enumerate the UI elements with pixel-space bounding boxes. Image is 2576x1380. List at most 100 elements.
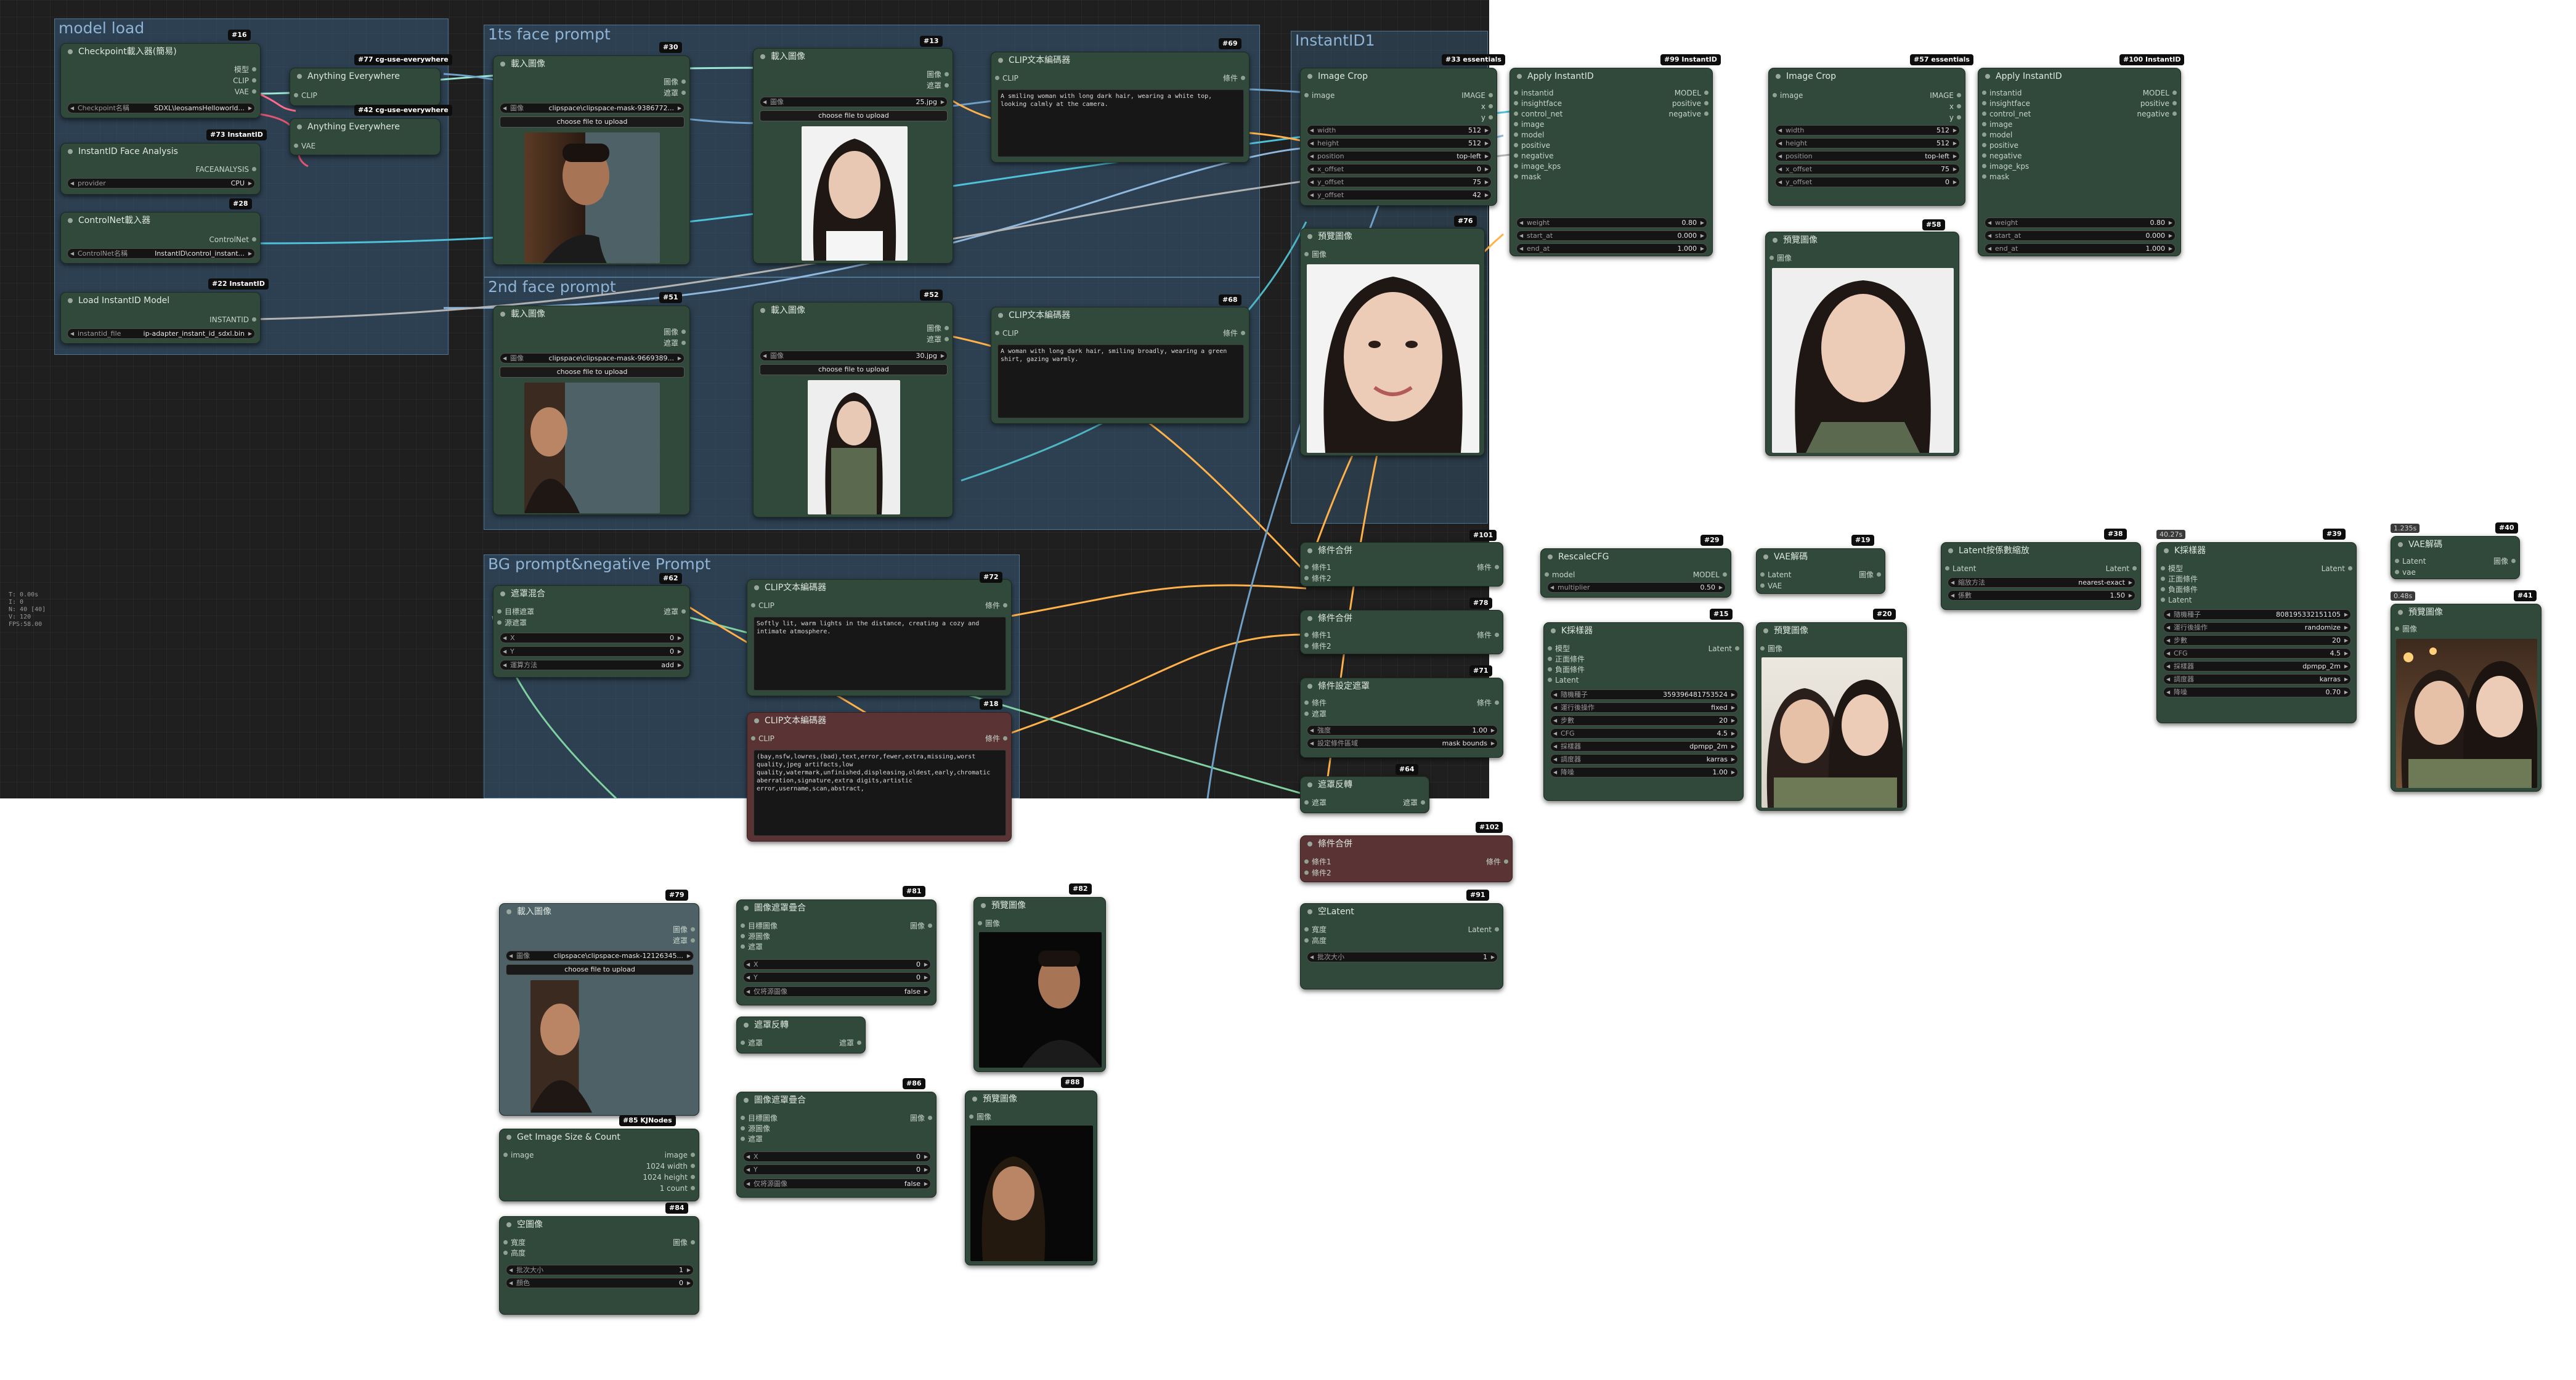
widget--[interactable]: 採樣器dpmpp_2m [2163, 661, 2351, 672]
checkpoint-name-select[interactable]: Checkpoint名稱SDXL\leosamsHelloworld... [67, 103, 255, 113]
output-conditioning[interactable]: 條件 [985, 601, 1008, 611]
widget-x-offset[interactable]: x_offset75 [1775, 164, 1960, 174]
output-latent[interactable]: Latent [2322, 564, 2353, 574]
node-mask-composite-62[interactable]: 遮罩混合 目標遮罩 源遮罩 遮罩 X0 Y0 運算方法add [493, 585, 690, 678]
input-7[interactable]: image_kps [1514, 161, 1561, 171]
widget--[interactable]: 批次大小1 [1307, 952, 1498, 962]
output-x[interactable]: x [1481, 102, 1493, 112]
input-latent[interactable]: Latent [1945, 564, 1976, 574]
node-preview-20[interactable]: 預覽圖像 圖像 [1756, 622, 1907, 811]
input-image[interactable]: image [1304, 91, 1335, 100]
output-image[interactable]: 圖像 [2493, 556, 2516, 566]
input-conditioning-1[interactable]: 條件1 [1304, 857, 1331, 867]
node-load-image-51[interactable]: 載入圖像 圖像 遮罩 圖像clipspace\clipspace-mask-96… [493, 306, 690, 515]
node-load-instantid[interactable]: Load InstantID Model INSTANTID instantid… [60, 292, 261, 344]
input-1[interactable]: insightface [1982, 99, 2030, 108]
input-4[interactable]: model [1982, 130, 2012, 140]
input-conditioning-2[interactable]: 條件2 [1304, 868, 1331, 878]
input-image[interactable]: image [1773, 91, 1803, 100]
output-model[interactable]: MODEL [1693, 570, 1728, 580]
node-vae-decode-19[interactable]: VAE解碼 Latent VAE 圖像 [1756, 548, 1885, 594]
output-2[interactable]: negative [1669, 109, 1709, 119]
output-conditioning[interactable]: 條件 [1486, 857, 1509, 867]
input-height[interactable]: 高度 [1304, 936, 1327, 946]
output-mask[interactable]: 遮罩 [927, 81, 949, 91]
node-preview-58[interactable]: 預覽圖像 圖像 [1765, 232, 1959, 456]
input-destination-mask[interactable]: 目標遮罩 [497, 607, 534, 617]
input-0[interactable]: 模型 [2161, 564, 2183, 574]
input-8[interactable]: mask [1982, 172, 2009, 182]
resize-source-toggle[interactable]: 仅将源圖像false [743, 1179, 931, 1189]
input-latent[interactable]: Latent [2395, 556, 2426, 566]
node-ksampler-39[interactable]: K採樣器 Latent 模型正面條件負面條件Latent隨機種子80819533… [2156, 542, 2357, 723]
node-conditioning-combine-101[interactable]: 條件合併 條件1 條件2 條件 [1300, 542, 1503, 586]
node-apply-instantid-99[interactable]: Apply InstantID instantid insightface cont… [1509, 68, 1713, 256]
output-image[interactable]: 圖像 [927, 70, 949, 79]
output-height[interactable]: 1024 height [643, 1172, 695, 1182]
input-clip[interactable]: CLIP [995, 73, 1018, 83]
input-width[interactable]: 寬度 [1304, 925, 1327, 935]
instantid-file-select[interactable]: instantid_fileip-adapter_instant_id_sdxl… [67, 328, 255, 339]
node-invert-mask-64[interactable]: 遮罩反轉 遮罩 遮罩 [1300, 776, 1429, 813]
upload-button[interactable]: choose file to upload [500, 367, 685, 378]
node-load-image-13[interactable]: 載入圖像 圖像 遮罩 圖像25.jpg choose file to uploa… [753, 48, 953, 264]
widget-width[interactable]: width512 [1775, 125, 1960, 136]
node-load-image-52[interactable]: 載入圖像 圖像 遮罩 圖像30.jpg choose file to uploa… [753, 302, 953, 518]
image-select[interactable]: 圖像30.jpg [760, 351, 948, 361]
output-conditioning[interactable]: 條件 [1477, 698, 1500, 708]
input-conditioning[interactable]: 條件 [1304, 698, 1327, 708]
input-5[interactable]: positive [1514, 140, 1550, 150]
output-image[interactable]: 圖像 [664, 77, 686, 87]
input-3[interactable]: image [1514, 120, 1544, 129]
widget-x[interactable]: X0 [743, 1151, 931, 1162]
node-clip-encode-69[interactable]: CLIP文本編碼器 CLIP 條件 A smiling woman with l… [991, 52, 1249, 163]
controlnet-name-select[interactable]: ControlNet名稱InstantID\control_instant... [67, 248, 255, 259]
input-1[interactable]: 高度 [503, 1248, 526, 1258]
output-model[interactable]: 模型 [234, 65, 257, 75]
widget-height[interactable]: height512 [1775, 138, 1960, 148]
widget-position[interactable]: positiontop-left [1307, 151, 1492, 161]
widget--[interactable]: 顏色0 [506, 1278, 694, 1288]
input-1[interactable]: 源圖像 [741, 1124, 770, 1134]
output-vae[interactable]: VAE [235, 87, 257, 97]
node-clip-encode-18[interactable]: CLIP文本編碼器 CLIP 條件 (bay,nsfw,lowres,(bad)… [747, 712, 1012, 842]
node-conditioning-combine-102[interactable]: 條件合併 條件1 條件2 條件 [1300, 835, 1513, 882]
input-3[interactable]: Latent [2161, 595, 2192, 605]
widget--[interactable]: 降噪0.70 [2163, 687, 2351, 697]
widget--[interactable]: 強度1.00 [1307, 725, 1498, 736]
output-0[interactable]: MODEL [1675, 88, 1709, 98]
widget-y-offset[interactable]: y_offset0 [1775, 177, 1960, 187]
node-empty-image-84[interactable]: 空圖像 圖像 寬度高度批次大小1 顏色0 [499, 1216, 699, 1315]
input-clip[interactable]: CLIP [751, 734, 774, 744]
widget-x-offset[interactable]: x_offset0 [1307, 164, 1492, 174]
output-image[interactable]: 圖像 [927, 323, 949, 333]
input-1[interactable]: insightface [1514, 99, 1562, 108]
input-latent[interactable]: Latent [1760, 570, 1791, 580]
output-mask[interactable]: 遮罩 [664, 338, 686, 348]
node-face-analysis[interactable]: InstantID Face Analysis FACEANALYSIS pro… [60, 143, 261, 195]
prompt-textarea[interactable]: Softly lit, warm lights in the distance,… [754, 617, 1006, 691]
output-faceanalysis[interactable]: FACEANALYSIS [196, 164, 257, 174]
node-clip-encode-68[interactable]: CLIP文本編碼器 CLIP 條件 A woman with long dark… [991, 307, 1249, 424]
input-7[interactable]: image_kps [1982, 161, 2029, 171]
output-image[interactable]: IMAGE [1930, 91, 1961, 100]
node-preview-82[interactable]: 預覽圖像 圖像 [973, 897, 1106, 1072]
output-1[interactable]: positive [1672, 99, 1709, 108]
node-controlnet-loader[interactable]: ControlNet載入器 ControlNet ControlNet名稱Ins… [60, 212, 261, 264]
input-2[interactable]: 遮罩 [741, 1134, 763, 1144]
input-3[interactable]: Latent [1548, 675, 1579, 685]
output-latent[interactable]: Latent [1709, 644, 1740, 654]
widget--[interactable]: 縮放方法nearest-exact [1948, 577, 2135, 588]
output-conditioning[interactable]: 條件 [1223, 73, 1246, 83]
widget-weight[interactable]: weight0.80 [1516, 217, 1707, 228]
input-0[interactable]: 目標圖像 [741, 1113, 778, 1123]
input-image[interactable]: 圖像 [2395, 624, 2417, 634]
input-image[interactable]: 圖像 [1760, 644, 1782, 654]
input-model[interactable]: model [1545, 570, 1575, 580]
node-image-crop-57[interactable]: Image Crop image IMAGE x y width512 heigh… [1768, 68, 1965, 206]
input-1[interactable]: 源圖像 [741, 932, 770, 941]
output-controlnet[interactable]: ControlNet [209, 235, 257, 245]
output-image[interactable]: 圖像 [910, 921, 933, 931]
output-mask[interactable]: 遮罩 [664, 88, 686, 98]
input-2[interactable]: control_net [1982, 109, 2031, 119]
